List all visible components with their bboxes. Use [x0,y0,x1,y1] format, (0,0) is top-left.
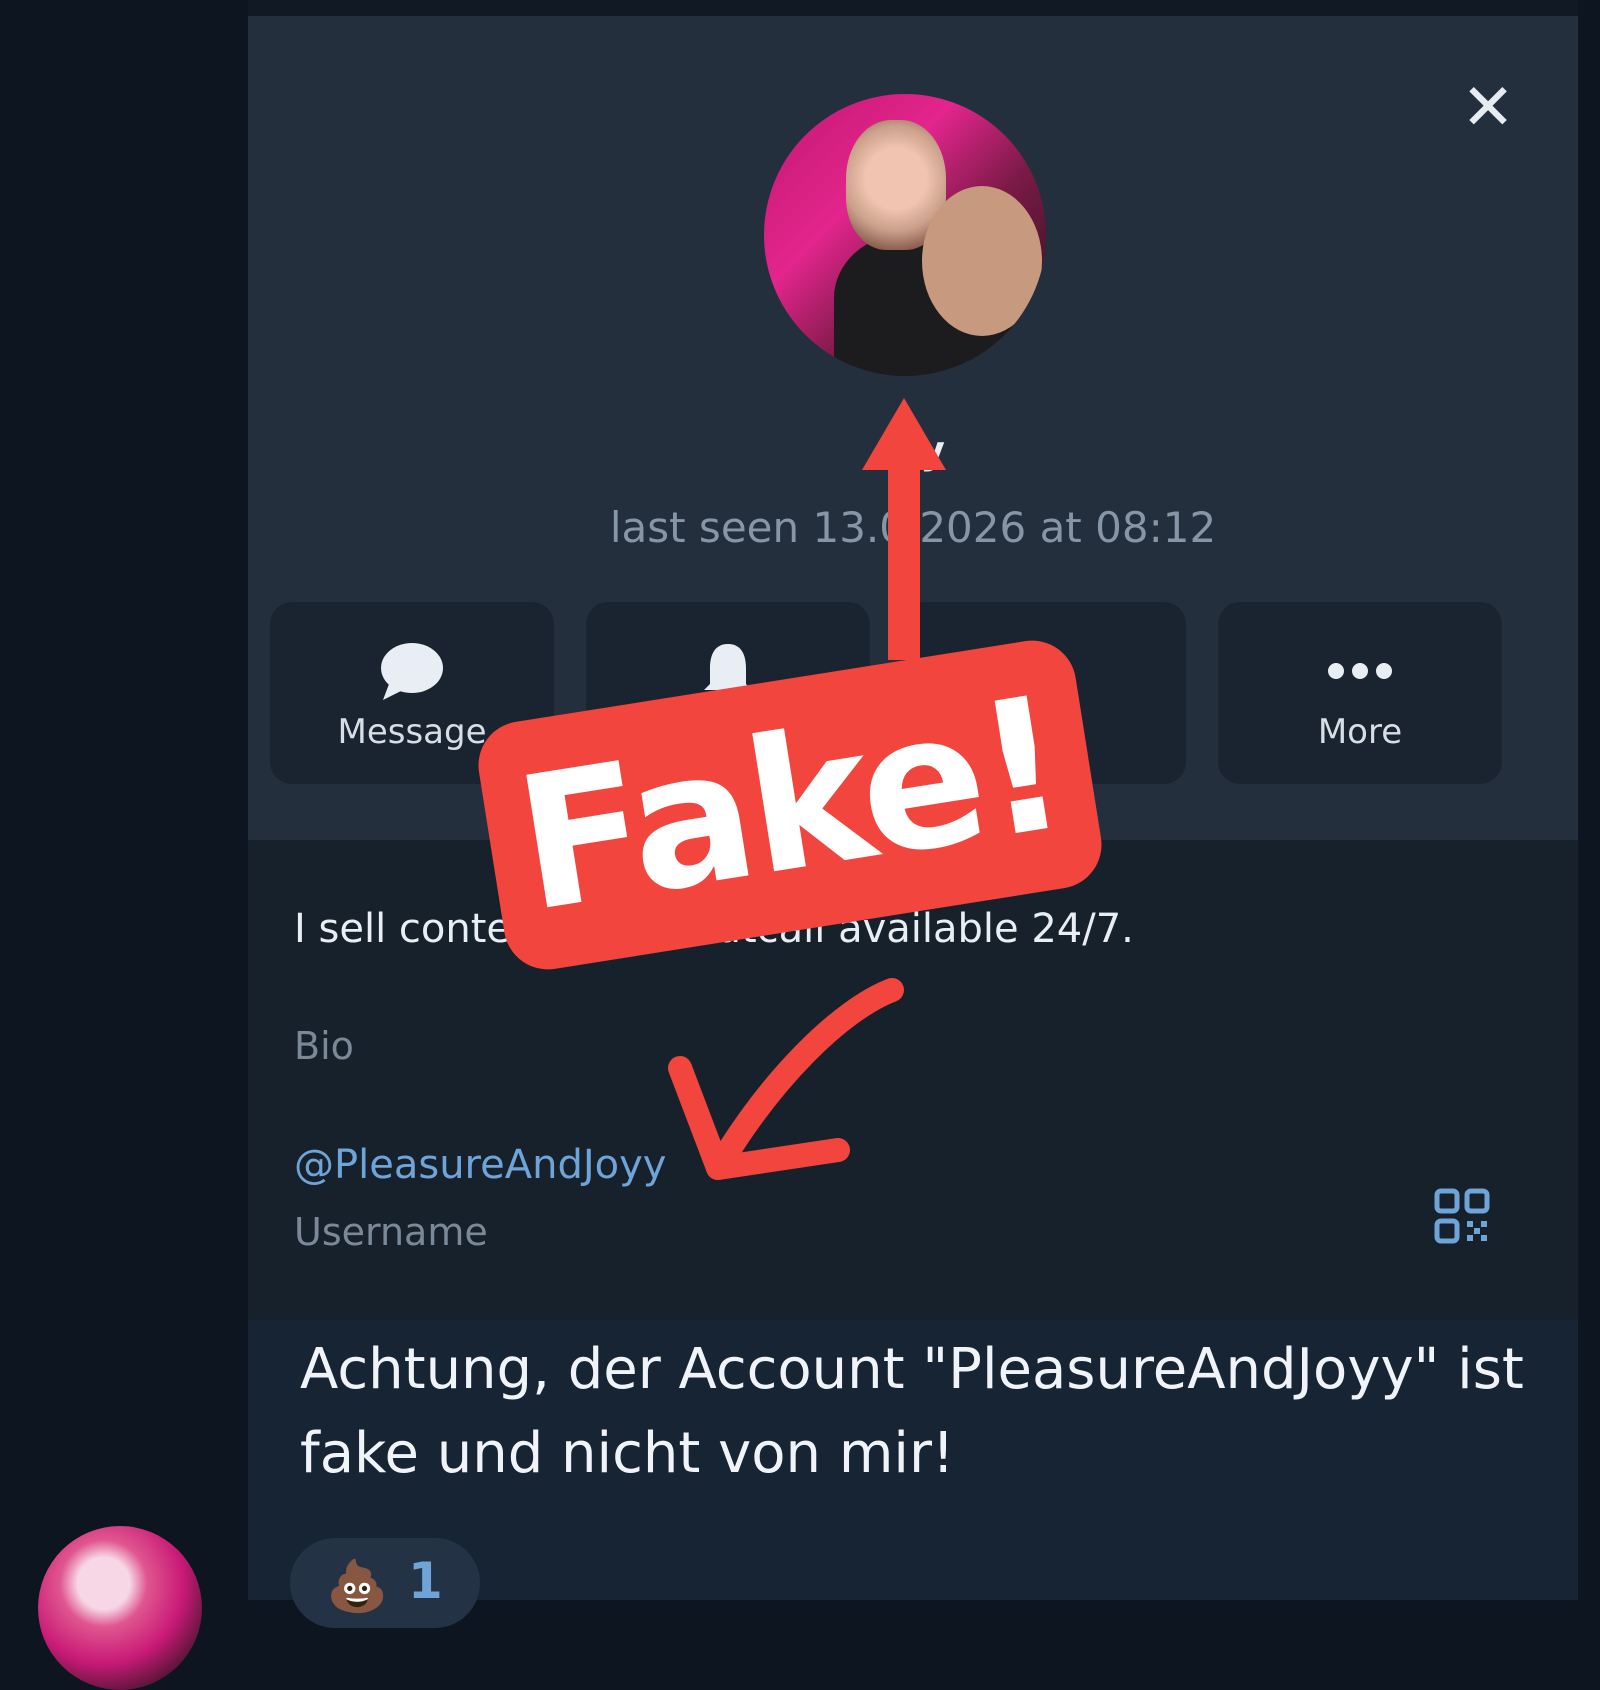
more-button-label: More [1317,712,1403,752]
chat-list-strip [0,0,248,1600]
reaction-count: 1 [408,1552,443,1610]
reaction-chip[interactable]: 💩 1 [290,1538,480,1628]
message-text: Achtung, der Account "PleasureAndJoyy" i… [300,1337,1524,1486]
sender-avatar[interactable] [38,1526,202,1690]
more-dots-icon [1218,640,1502,712]
username-link[interactable]: @PleasureAndJoyy [294,1142,666,1188]
poop-emoji-icon: 💩 [326,1557,389,1615]
qr-code-icon[interactable] [1434,1188,1490,1244]
close-icon[interactable]: ✕ [1458,76,1518,140]
message-bubble-icon [270,640,554,712]
more-button[interactable]: More [1218,602,1502,784]
profile-photo[interactable] [764,94,1046,376]
profile-name: Ivy [881,428,945,472]
last-seen-status: last seen 13.0 2026 at 08:12 [609,503,1217,552]
top-band [248,0,1578,16]
username-label: Username [294,1210,488,1254]
channel-message: Achtung, der Account "PleasureAndJoyy" i… [248,1320,1578,1628]
bio-label: Bio [294,1024,354,1068]
